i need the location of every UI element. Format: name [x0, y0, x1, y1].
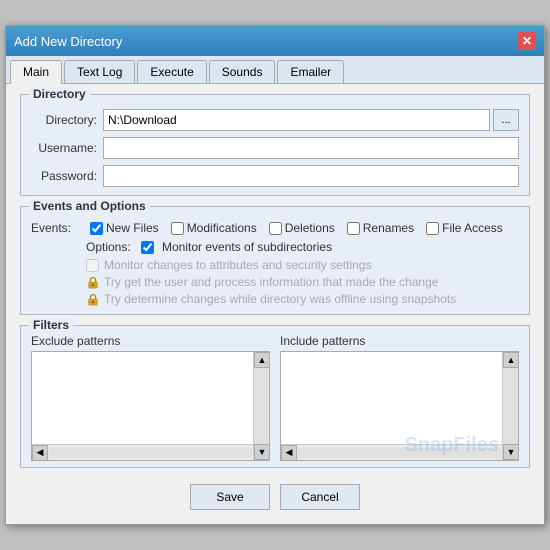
directory-section-title: Directory [29, 87, 90, 101]
options-row: Options: Monitor events of subdirectorie… [31, 240, 519, 254]
include-htrack [298, 448, 501, 458]
include-scroll-track [503, 368, 518, 444]
window-title: Add New Directory [14, 34, 122, 49]
exclude-textarea[interactable] [32, 352, 253, 444]
events-row: Events: New Files Modifications Deletion… [31, 221, 519, 235]
save-button[interactable]: Save [190, 484, 270, 510]
tab-bar: Main Text Log Execute Sounds Emailer [6, 56, 544, 84]
new-files-group: New Files [90, 221, 159, 235]
username-input[interactable] [103, 137, 519, 159]
deletions-label[interactable]: Deletions [285, 221, 335, 235]
include-label: Include patterns [280, 334, 519, 348]
events-section-title: Events and Options [29, 199, 150, 213]
include-scroll-up[interactable]: ▲ [503, 352, 519, 368]
username-row: Username: [31, 137, 519, 159]
attr-changes-row: Monitor changes to attributes and securi… [31, 258, 519, 272]
directory-label: Directory: [31, 113, 103, 127]
exclude-label: Exclude patterns [31, 334, 270, 348]
file-access-checkbox[interactable] [426, 222, 439, 235]
attr-changes-label: Monitor changes to attributes and securi… [104, 258, 371, 272]
include-scroll-down[interactable]: ▼ [503, 444, 519, 460]
exclude-vscrollbar: ▲ ▼ [253, 352, 269, 460]
include-col: Include patterns ▲ ▼ ◀ ▶ [280, 334, 519, 461]
options-label: Options: [86, 240, 141, 254]
new-files-checkbox[interactable] [90, 222, 103, 235]
tab-content: Directory Directory: ... Username: Passw… [6, 84, 544, 524]
deletions-checkbox[interactable] [269, 222, 282, 235]
buttons-row: Save Cancel [20, 478, 530, 514]
lock-icon-1 [86, 275, 100, 289]
modifications-group: Modifications [171, 221, 257, 235]
new-files-label[interactable]: New Files [106, 221, 159, 235]
filters-grid: Exclude patterns ▲ ▼ ◀ ▶ [31, 334, 519, 461]
offline-changes-label: Try determine changes while directory wa… [104, 292, 456, 306]
subdirs-checkbox[interactable] [141, 241, 154, 254]
renames-checkbox[interactable] [347, 222, 360, 235]
exclude-scroll-down[interactable]: ▼ [254, 444, 270, 460]
include-vscrollbar: ▲ ▼ [502, 352, 518, 460]
title-bar: Add New Directory ✕ [6, 26, 544, 56]
main-window: Add New Directory ✕ Main Text Log Execut… [5, 25, 545, 525]
offline-changes-row: Try determine changes while directory wa… [31, 292, 519, 306]
tab-execute[interactable]: Execute [137, 60, 206, 83]
directory-input[interactable] [103, 109, 490, 131]
deletions-group: Deletions [269, 221, 335, 235]
renames-group: Renames [347, 221, 414, 235]
exclude-scroll-left[interactable]: ◀ [32, 445, 48, 461]
tab-emailer[interactable]: Emailer [277, 60, 344, 83]
lock-icon-2 [86, 292, 100, 306]
include-hscrollbar: ◀ ▶ [281, 444, 518, 460]
modifications-label[interactable]: Modifications [187, 221, 257, 235]
file-access-label[interactable]: File Access [442, 221, 503, 235]
browse-button[interactable]: ... [493, 109, 519, 131]
password-input[interactable] [103, 165, 519, 187]
exclude-hscrollbar: ◀ ▶ [32, 444, 269, 460]
subdirs-group: Monitor events of subdirectories [141, 240, 332, 254]
filters-section: Filters Exclude patterns ▲ ▼ ◀ [20, 325, 530, 468]
password-row: Password: [31, 165, 519, 187]
exclude-scroll-track [254, 368, 269, 444]
close-button[interactable]: ✕ [518, 32, 536, 50]
include-scroll-left[interactable]: ◀ [281, 445, 297, 461]
modifications-checkbox[interactable] [171, 222, 184, 235]
exclude-col: Exclude patterns ▲ ▼ ◀ ▶ [31, 334, 270, 461]
password-label: Password: [31, 169, 103, 183]
directory-row: Directory: ... [31, 109, 519, 131]
directory-section: Directory Directory: ... Username: Passw… [20, 94, 530, 196]
tab-textlog[interactable]: Text Log [64, 60, 135, 83]
include-textarea[interactable] [281, 352, 502, 444]
events-section: Events and Options Events: New Files Mod… [20, 206, 530, 315]
subdirs-label[interactable]: Monitor events of subdirectories [162, 240, 332, 254]
filters-title: Filters [29, 318, 73, 332]
exclude-textarea-wrap: ▲ ▼ ◀ ▶ [31, 351, 270, 461]
username-label: Username: [31, 141, 103, 155]
exclude-htrack [49, 448, 252, 458]
user-info-label: Try get the user and process information… [104, 275, 438, 289]
events-label: Events: [31, 221, 86, 235]
tab-sounds[interactable]: Sounds [209, 60, 276, 83]
tab-main[interactable]: Main [10, 60, 62, 84]
user-info-row: Try get the user and process information… [31, 275, 519, 289]
cancel-button[interactable]: Cancel [280, 484, 360, 510]
include-textarea-wrap: ▲ ▼ ◀ ▶ [280, 351, 519, 461]
attr-changes-checkbox[interactable] [86, 259, 99, 272]
renames-label[interactable]: Renames [363, 221, 414, 235]
file-access-group: File Access [426, 221, 503, 235]
exclude-scroll-up[interactable]: ▲ [254, 352, 270, 368]
